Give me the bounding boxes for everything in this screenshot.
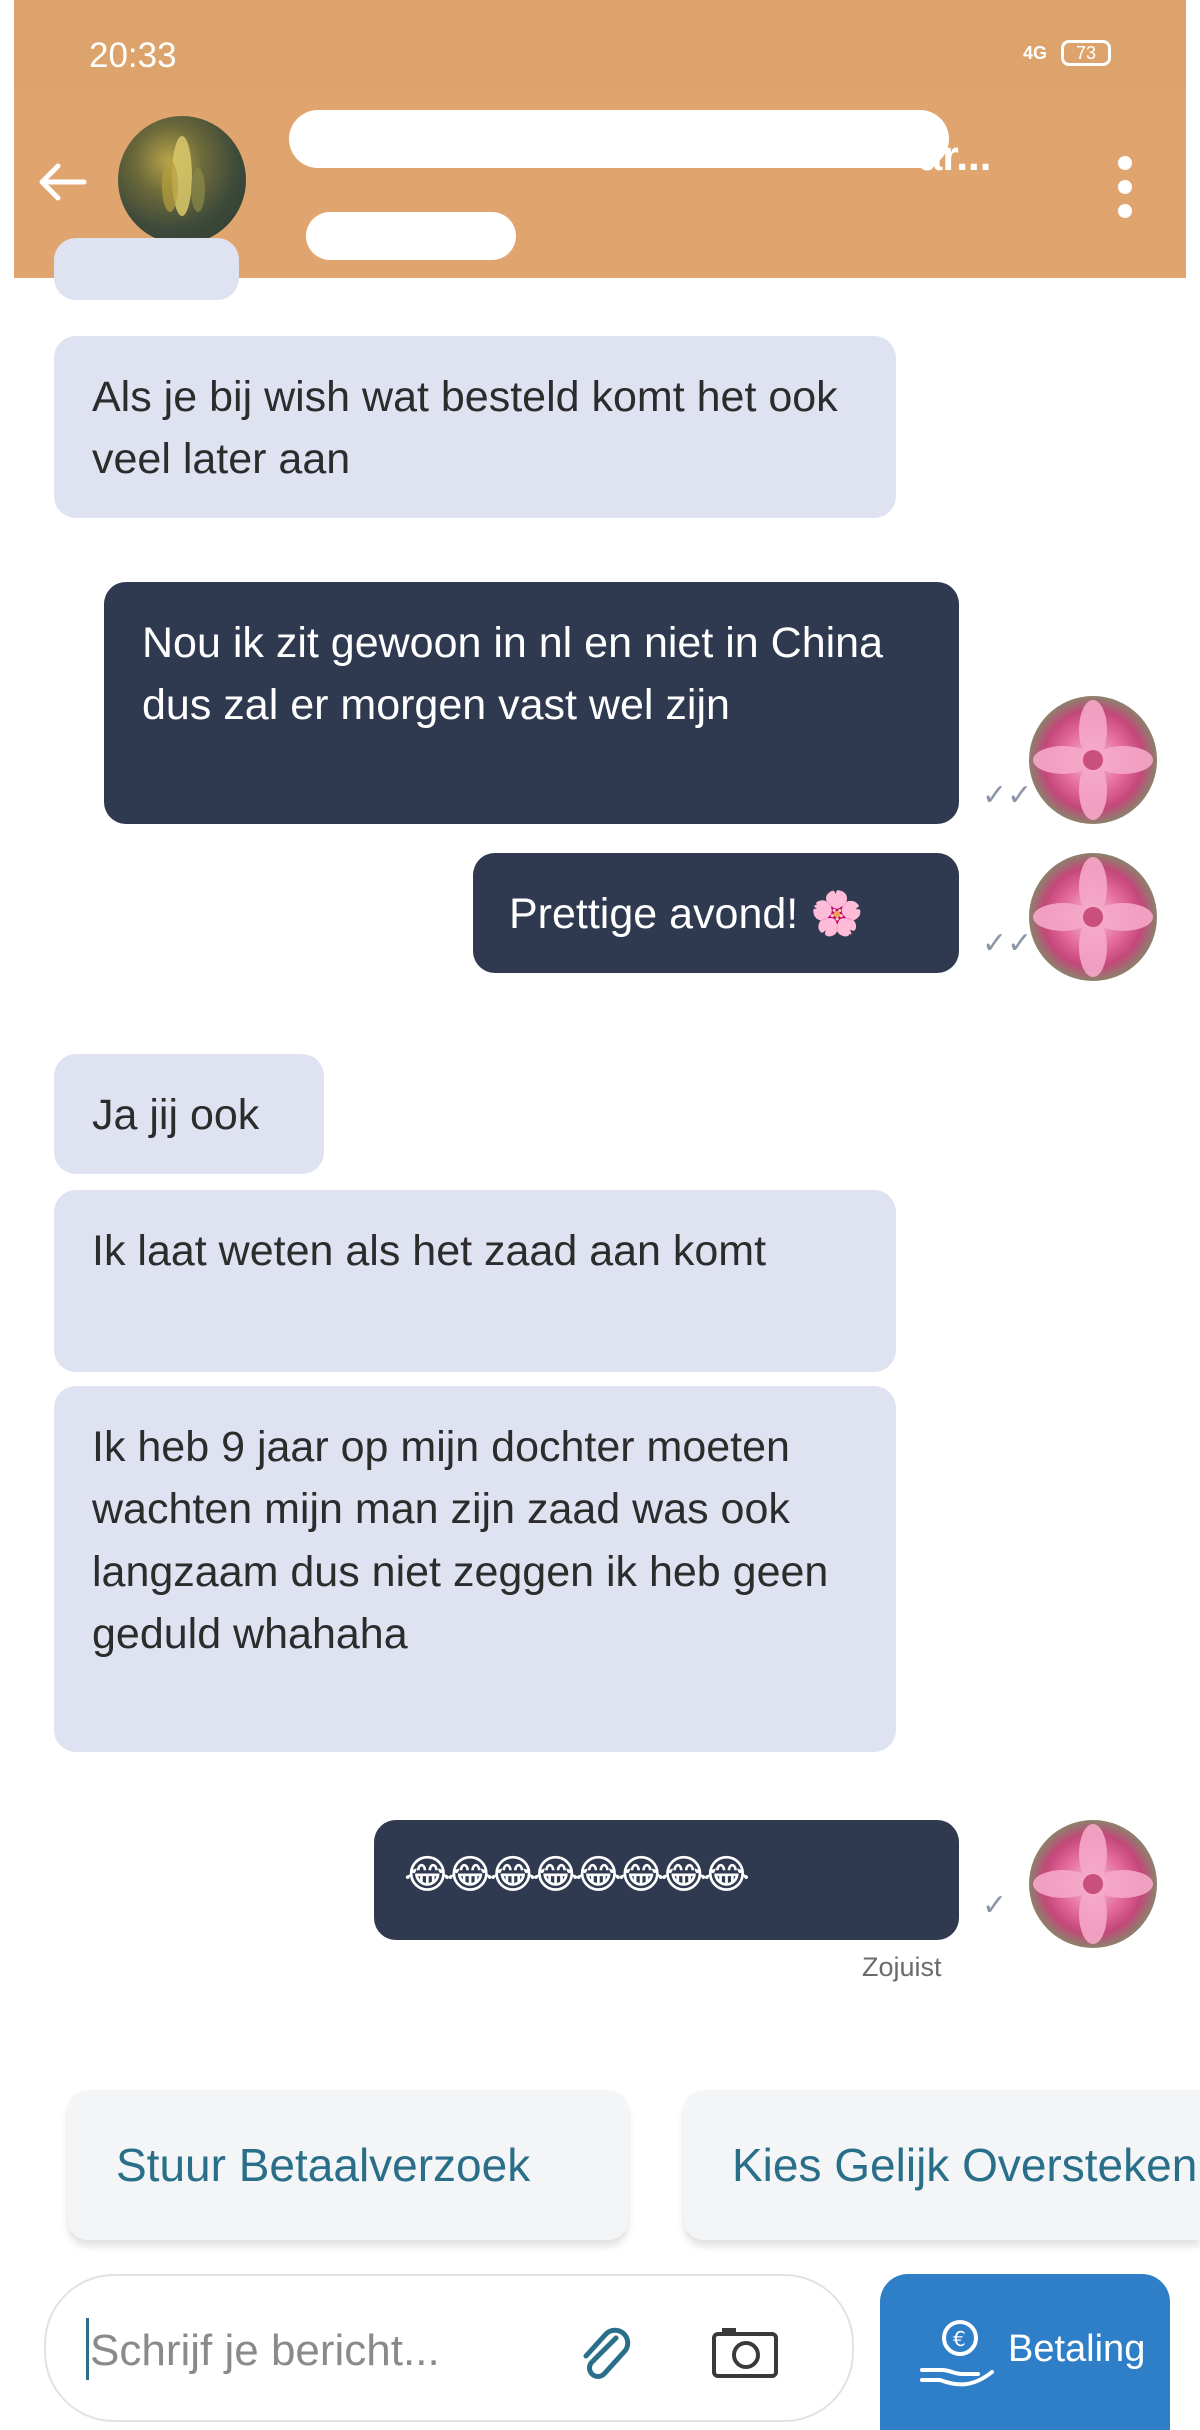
contact-name: ar... (919, 132, 992, 179)
message-timestamp: Zojuist (862, 1952, 942, 1982)
text-cursor (86, 2318, 89, 2380)
payment-request-label: Stuur Betaalverzoek (116, 2139, 531, 2191)
payment-request-button[interactable]: Stuur Betaalverzoek (68, 2090, 628, 2240)
battery-icon: 73 (1061, 40, 1111, 66)
more-options-icon[interactable] (1116, 154, 1134, 220)
camera-icon[interactable] (710, 2324, 780, 2380)
battery-level: 73 (1075, 42, 1097, 63)
status-icons: 4G 73 (1023, 40, 1111, 66)
message-composer[interactable]: Schrijf je bericht... (44, 2274, 854, 2422)
message-bubble-sent: Nou ik zit gewoon in nl en niet in China… (104, 582, 959, 824)
exchange-button[interactable]: Kies Gelijk Oversteken (684, 2090, 1200, 2240)
status-time: 20:33 (89, 36, 177, 75)
message-text: Ja jij ook (92, 1091, 260, 1139)
message-text: Ik laat weten als het zaad aan komt (92, 1227, 767, 1275)
message-bubble-received: Als je bij wish wat besteld komt het ook… (54, 336, 896, 518)
read-tick-icon: ✓✓ (982, 779, 1033, 812)
user-avatar (1029, 1820, 1157, 1948)
message-text: Ik heb 9 jaar op mijn dochter moeten wac… (92, 1423, 829, 1659)
status-bar: 20:33 4G 73 (14, 0, 1186, 88)
redacted-name (289, 110, 949, 168)
message-text: Als je bij wish wat besteld komt het ook… (92, 373, 838, 484)
user-avatar (1029, 696, 1157, 824)
redacted-subtitle (306, 212, 516, 260)
message-bubble-received-partial (54, 238, 239, 300)
svg-text:€: € (953, 2327, 966, 2351)
message-bubble-received: Ik heb 9 jaar op mijn dochter moeten wac… (54, 1386, 896, 1752)
message-bubble-sent: 😂😂😂😂😂😂😂😂 (374, 1820, 959, 1940)
paperclip-icon[interactable] (574, 2322, 638, 2386)
chat-area: Als je bij wish wat besteld komt het ook… (14, 238, 1186, 2058)
message-bubble-sent: Prettige avond! 🌸 (473, 853, 959, 973)
signal-icon: 4G (1022, 43, 1047, 63)
read-tick-icon: ✓✓ (982, 927, 1033, 960)
user-avatar (1029, 853, 1157, 981)
exchange-label: Kies Gelijk Oversteken (732, 2139, 1198, 2191)
message-text: Nou ik zit gewoon in nl en niet in China… (142, 619, 883, 730)
payment-button[interactable]: € Betaling (880, 2274, 1170, 2430)
payment-label: Betaling (1008, 2328, 1146, 2370)
hand-euro-icon: € (920, 2320, 994, 2387)
message-input[interactable]: Schrijf je bericht... (90, 2326, 440, 2376)
message-bubble-received: Ja jij ook (54, 1054, 324, 1174)
message-text: 😂😂😂😂😂😂😂😂 (404, 1853, 750, 1897)
contact-avatar[interactable] (118, 116, 246, 244)
message-text: Prettige avond! 🌸 (509, 890, 864, 938)
message-bubble-received: Ik laat weten als het zaad aan komt (54, 1190, 896, 1372)
delivered-tick-icon: ✓ (982, 1889, 1008, 1922)
back-arrow-icon[interactable] (34, 154, 90, 210)
